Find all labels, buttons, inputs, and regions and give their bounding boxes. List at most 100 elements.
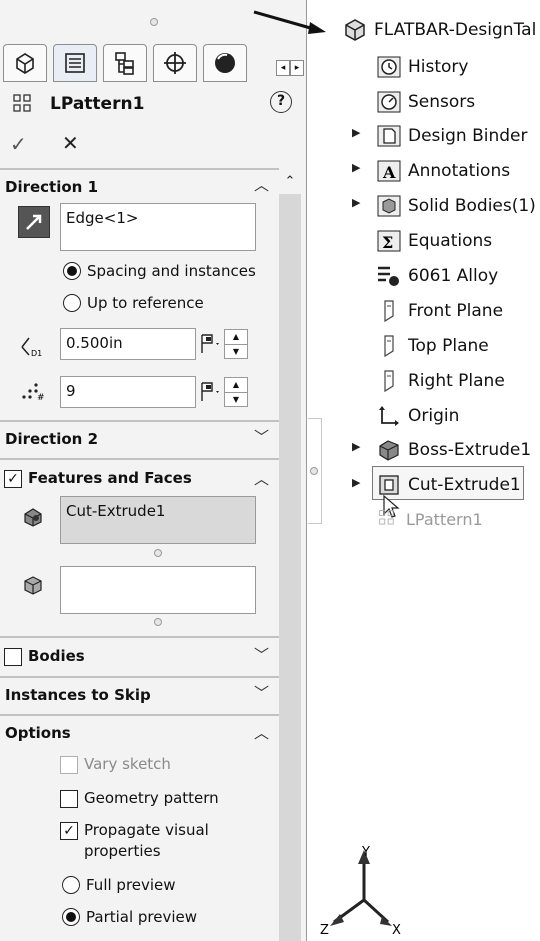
expand-arrow-icon[interactable]: ▶ — [352, 476, 360, 489]
spacing-spinner[interactable]: ▲ ▼ — [198, 328, 258, 360]
up-to-reference-label: Up to reference — [87, 294, 204, 312]
expand-arrow-icon[interactable]: ▶ — [352, 196, 360, 209]
expand-chevron-icon[interactable]: ﹀ — [254, 682, 269, 703]
expand-arrow-icon[interactable]: ▶ — [352, 440, 360, 453]
tree-item-boss-extrude[interactable]: Boss-Extrude1 — [376, 437, 531, 463]
tree-item-top-plane[interactable]: Top Plane — [376, 333, 489, 359]
collapse-chevron-icon[interactable]: ︿ — [254, 722, 269, 743]
expand-chevron-icon[interactable]: ﹀ — [254, 426, 269, 447]
plane-icon — [384, 300, 394, 323]
features-icon — [20, 504, 46, 530]
ok-button[interactable]: ✓ — [10, 132, 27, 156]
scrollbar[interactable] — [279, 194, 301, 941]
divider — [0, 168, 279, 170]
radio-unselected[interactable] — [62, 876, 80, 894]
tree-item-lpattern-preview[interactable]: LPattern1 — [378, 508, 483, 530]
svg-text:D1: D1 — [31, 349, 42, 358]
radio-selected[interactable] — [63, 262, 81, 280]
tree-item-right-plane[interactable]: Right Plane — [376, 368, 505, 394]
up-to-reference-radio[interactable]: Up to reference — [63, 294, 204, 312]
tree-root[interactable]: FLATBAR-DesignTal — [342, 17, 536, 43]
tree-item-design-binder[interactable]: Design Binder — [376, 123, 528, 149]
radio-selected[interactable] — [62, 908, 80, 926]
svg-text:Σ: Σ — [382, 233, 393, 252]
tree-item-label: Cut-Extrude1 — [408, 475, 521, 495]
spin-down[interactable]: ▼ — [225, 393, 247, 407]
configuration-manager-tab[interactable] — [103, 44, 147, 82]
display-manager-tab[interactable] — [203, 44, 247, 82]
property-manager-panel: ◂ ▸ LPattern1 ? ✓ ✕ ⌃ Direction 1 ︿ Edge… — [0, 0, 307, 941]
collapse-chevron-icon[interactable]: ︿ — [254, 468, 269, 489]
faces-list[interactable] — [60, 566, 256, 614]
tree-item-history[interactable]: History — [376, 54, 468, 80]
faces-icon — [20, 572, 46, 598]
tree-item-solid-bodies[interactable]: Solid Bodies(1) — [376, 193, 536, 219]
callout-arrow — [253, 10, 326, 34]
tree-item-sensors[interactable]: Sensors — [376, 89, 475, 115]
svg-text:Y: Y — [361, 845, 370, 860]
svg-text:Z: Z — [320, 923, 329, 937]
reverse-direction-button[interactable] — [18, 206, 50, 238]
tab-scroll-arrows: ◂ ▸ — [276, 60, 304, 76]
title-row: LPattern1 — [12, 92, 144, 116]
property-manager-tab[interactable] — [53, 44, 97, 82]
tree-item-origin[interactable]: Origin — [376, 403, 459, 429]
panel-grip[interactable] — [150, 18, 158, 26]
checkbox-unchecked[interactable] — [4, 648, 22, 666]
features-list[interactable]: Cut-Extrude1 — [60, 496, 256, 544]
expand-arrow-icon[interactable]: ▶ — [352, 161, 360, 174]
radio-unselected[interactable] — [63, 294, 81, 312]
full-preview-label: Full preview — [86, 876, 176, 894]
list-resize-grip[interactable] — [154, 549, 162, 557]
vary-sketch-checkbox: Vary sketch — [60, 754, 171, 775]
property-manager-icon — [65, 53, 85, 73]
direction-edge-field[interactable]: Edge<1> — [60, 203, 256, 251]
dimxpert-tab[interactable] — [153, 44, 197, 82]
tab-scroll-right[interactable]: ▸ — [290, 60, 304, 76]
checkbox-checked[interactable]: ✓ — [60, 822, 78, 840]
spacing-icon: D1 — [18, 334, 46, 360]
instances-spinner[interactable]: ▲ ▼ — [198, 376, 258, 408]
feature-manager-tab[interactable] — [3, 44, 47, 82]
spin-down[interactable]: ▼ — [225, 345, 247, 359]
cancel-button[interactable]: ✕ — [62, 131, 79, 155]
list-resize-grip[interactable] — [154, 618, 162, 626]
partial-preview-radio[interactable]: Partial preview — [62, 908, 197, 926]
propagate-line1: Propagate visual — [84, 821, 209, 839]
checkbox-unchecked[interactable] — [60, 790, 78, 808]
propagate-visual-checkbox[interactable]: ✓ Propagate visual properties — [60, 820, 209, 862]
scroll-up-arrow[interactable]: ⌃ — [281, 172, 299, 192]
spacing-input[interactable]: 0.500in — [60, 328, 196, 360]
tree-item-label: Design Binder — [408, 126, 528, 146]
splitter-grip[interactable] — [310, 467, 318, 475]
spin-up[interactable]: ▲ — [225, 330, 247, 345]
direction1-header[interactable]: Direction 1 — [5, 178, 98, 196]
tree-item-material[interactable]: 6061 Alloy — [376, 263, 498, 289]
collapse-chevron-icon[interactable]: ︿ — [254, 174, 269, 195]
page-title: LPattern1 — [50, 94, 145, 114]
help-button[interactable]: ? — [270, 91, 292, 113]
tab-scroll-left[interactable]: ◂ — [276, 60, 290, 76]
propagate-line2: properties — [84, 842, 161, 860]
instances-icon: # — [20, 380, 46, 402]
tree-item-equations[interactable]: Σ Equations — [376, 228, 492, 254]
features-faces-toggle[interactable]: ✓ Features and Faces — [4, 468, 192, 489]
geometry-pattern-checkbox[interactable]: Geometry pattern — [60, 788, 219, 809]
spin-up[interactable]: ▲ — [225, 378, 247, 393]
instances-to-skip-header[interactable]: Instances to Skip — [5, 686, 151, 704]
options-header[interactable]: Options — [5, 724, 71, 742]
expand-arrow-icon[interactable]: ▶ — [352, 126, 360, 139]
spacing-instances-radio[interactable]: Spacing and instances — [63, 262, 256, 280]
flag-icon[interactable] — [198, 331, 224, 357]
instances-input[interactable]: 9 — [60, 376, 196, 408]
checkbox-checked[interactable]: ✓ — [4, 470, 22, 488]
panel-splitter[interactable] — [308, 418, 322, 524]
direction2-header[interactable]: Direction 2 — [5, 430, 98, 448]
tree-item-annotations[interactable]: A Annotations — [376, 158, 510, 184]
expand-chevron-icon[interactable]: ﹀ — [254, 644, 269, 665]
tree-item-front-plane[interactable]: Front Plane — [376, 298, 503, 324]
bodies-toggle[interactable]: Bodies — [4, 646, 85, 667]
flag-icon[interactable] — [198, 379, 224, 405]
full-preview-radio[interactable]: Full preview — [62, 876, 176, 894]
geometry-pattern-label: Geometry pattern — [84, 789, 219, 807]
